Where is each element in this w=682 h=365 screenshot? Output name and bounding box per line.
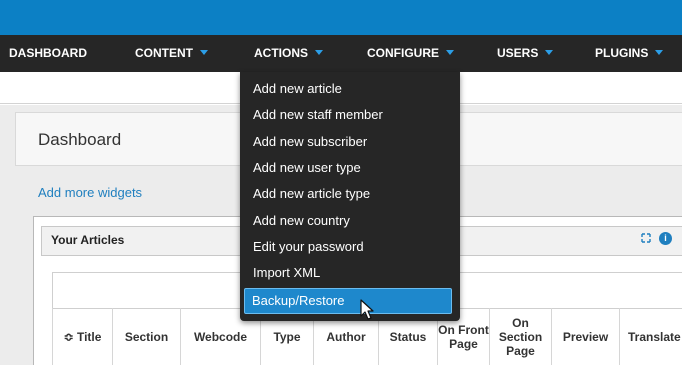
info-icon[interactable]: i bbox=[659, 232, 672, 245]
menu-item-add-user-type[interactable]: Add new user type bbox=[253, 157, 361, 179]
menu-item-backup-restore-label: Backup/Restore bbox=[252, 293, 345, 308]
column-header-section-page[interactable]: On Section Page bbox=[489, 308, 551, 365]
nav-dashboard[interactable]: DASHBOARD bbox=[9, 35, 87, 72]
menu-item-add-article-type[interactable]: Add new article type bbox=[253, 183, 370, 205]
menu-item-add-staff-member[interactable]: Add new staff member bbox=[253, 104, 383, 126]
column-header-preview[interactable]: Preview bbox=[551, 308, 619, 365]
column-header-title[interactable]: ≎ Title bbox=[52, 308, 112, 365]
nav-configure[interactable]: CONFIGURE bbox=[367, 35, 454, 72]
mouse-pointer-icon bbox=[360, 299, 374, 320]
chevron-down-icon bbox=[315, 50, 323, 55]
top-header-bar bbox=[0, 0, 682, 35]
main-navigation: DASHBOARD CONTENT ACTIONS CONFIGURE USER… bbox=[0, 35, 682, 72]
column-header-translate[interactable]: Translate bbox=[619, 308, 682, 365]
menu-item-import-xml[interactable]: Import XML bbox=[253, 262, 320, 284]
nav-actions[interactable]: ACTIONS bbox=[254, 35, 323, 72]
nav-content[interactable]: CONTENT bbox=[135, 35, 208, 72]
menu-item-edit-password[interactable]: Edit your password bbox=[253, 236, 364, 258]
chevron-down-icon bbox=[446, 50, 454, 55]
nav-plugins[interactable]: PLUGINS bbox=[595, 35, 664, 72]
page-title: Dashboard bbox=[38, 130, 122, 149]
widget-title: Your Articles bbox=[51, 233, 125, 247]
chevron-down-icon bbox=[200, 50, 208, 55]
add-widgets-link[interactable]: Add more widgets bbox=[38, 185, 142, 200]
menu-item-add-article[interactable]: Add new article bbox=[253, 78, 342, 100]
chevron-down-icon bbox=[655, 50, 664, 55]
menu-item-add-country[interactable]: Add new country bbox=[253, 210, 350, 232]
expand-icon[interactable] bbox=[641, 233, 651, 243]
chevron-down-icon bbox=[545, 50, 554, 55]
menu-item-add-subscriber[interactable]: Add new subscriber bbox=[253, 131, 367, 153]
column-header-section[interactable]: Section bbox=[112, 308, 180, 365]
nav-users[interactable]: USERS bbox=[497, 35, 554, 72]
